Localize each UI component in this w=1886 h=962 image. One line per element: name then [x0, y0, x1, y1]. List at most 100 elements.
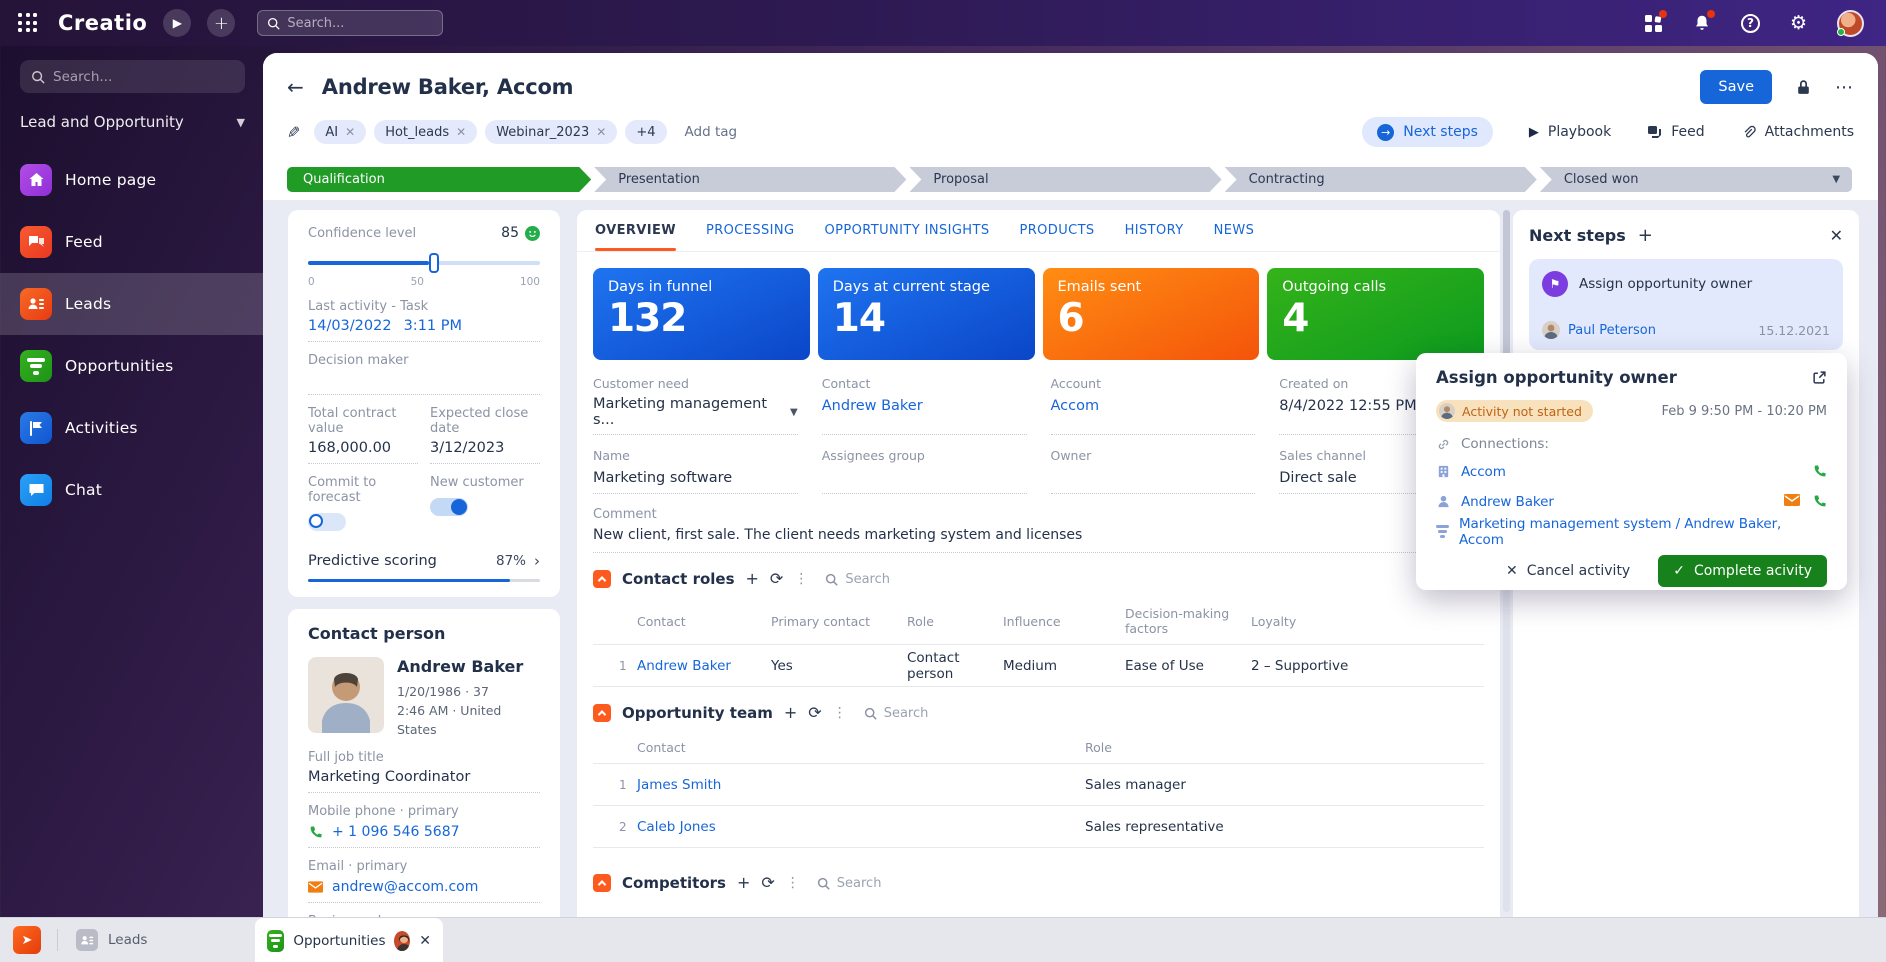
- stage-presentation[interactable]: Presentation: [594, 167, 906, 192]
- next-step-card[interactable]: ⚑ Assign opportunity owner Paul Peterson…: [1529, 259, 1843, 350]
- sidebar-item-feed[interactable]: Feed: [0, 211, 263, 273]
- kpi-days-in-funnel[interactable]: Days in funnel132: [593, 268, 810, 360]
- sidebar-item-chat[interactable]: Chat: [0, 459, 263, 521]
- tab-news[interactable]: NEWS: [1214, 210, 1255, 251]
- sidebar-item-activities[interactable]: Activities: [0, 397, 263, 459]
- field-comment[interactable]: Comment New client, first sale. The clie…: [593, 507, 1484, 553]
- last-activity-time-link[interactable]: 3:11 PM: [404, 318, 462, 334]
- global-search[interactable]: [257, 10, 443, 36]
- kpi-emails-sent[interactable]: Emails sent6: [1043, 268, 1260, 360]
- tab-overview[interactable]: OVERVIEW: [595, 210, 676, 251]
- collapse-icon[interactable]: [593, 570, 611, 588]
- connection-contact-link[interactable]: Andrew Baker: [1461, 494, 1554, 510]
- save-button[interactable]: Save: [1700, 70, 1772, 104]
- field-customer-need[interactable]: Customer need Marketing management s...▼: [593, 376, 798, 435]
- section-search[interactable]: Search: [825, 572, 890, 587]
- sidebar-item-leads[interactable]: Leads: [0, 273, 263, 335]
- lock-icon[interactable]: [1796, 79, 1811, 96]
- edit-tags-pencil-icon[interactable]: ✎: [287, 123, 300, 142]
- close-icon[interactable]: ✕: [419, 933, 431, 949]
- complete-activity-button[interactable]: ✓ Complete acivity: [1658, 555, 1827, 587]
- field-assignees-group[interactable]: Assignees group: [822, 448, 1027, 494]
- tab-history[interactable]: HISTORY: [1125, 210, 1184, 251]
- table-row[interactable]: 1 James Smith Sales manager: [593, 764, 1484, 806]
- table-row[interactable]: 1 Andrew Baker Yes Contact person Medium…: [593, 645, 1484, 687]
- field-contact[interactable]: Contact Andrew Baker: [822, 376, 1027, 435]
- step-owner-link[interactable]: Paul Peterson: [1568, 323, 1656, 338]
- contact-photo[interactable]: [308, 657, 384, 733]
- app-grid-icon[interactable]: [18, 13, 38, 33]
- run-process-button[interactable]: ▶: [163, 9, 191, 37]
- remove-tag-icon[interactable]: ✕: [456, 125, 466, 139]
- tab-processing[interactable]: PROCESSING: [706, 210, 795, 251]
- sidebar-item-home[interactable]: Home page: [0, 149, 263, 211]
- playbook-button[interactable]: ▶ Playbook: [1529, 124, 1611, 140]
- workspace-selector[interactable]: Lead and Opportunity ▼: [20, 113, 245, 131]
- chevron-down-icon[interactable]: ▼: [1832, 167, 1840, 192]
- mobile-phone-link[interactable]: + 1 096 546 5687: [332, 824, 460, 840]
- table-row[interactable]: 2 Caleb Jones Sales representative: [593, 806, 1484, 848]
- connection-opportunity-link[interactable]: Marketing management system / Andrew Bak…: [1459, 516, 1827, 548]
- kebab-menu-icon[interactable]: ⋮: [833, 706, 847, 720]
- kebab-menu-icon[interactable]: ⋮: [786, 876, 800, 890]
- phone-icon[interactable]: [1812, 464, 1827, 479]
- slider-thumb[interactable]: [429, 253, 439, 273]
- sidebar-item-opportunities[interactable]: Opportunities: [0, 335, 263, 397]
- phone-icon[interactable]: [1812, 494, 1827, 509]
- stage-qualification[interactable]: Qualification: [287, 167, 591, 192]
- stage-contracting[interactable]: Contracting: [1225, 167, 1537, 192]
- collapse-icon[interactable]: [593, 704, 611, 722]
- add-new-button[interactable]: +: [207, 9, 235, 37]
- add-step-icon[interactable]: +: [1638, 225, 1653, 246]
- refresh-icon[interactable]: ⟳: [808, 705, 821, 721]
- tag[interactable]: AI✕: [314, 120, 366, 144]
- marketplace-icon[interactable]: [1644, 14, 1663, 33]
- sidebar-search-input[interactable]: [53, 69, 213, 85]
- section-search[interactable]: Search: [864, 706, 929, 721]
- back-arrow-icon[interactable]: ←: [287, 75, 304, 99]
- chevron-right-icon[interactable]: ›: [534, 552, 540, 570]
- chevron-down-icon[interactable]: ▼: [790, 407, 798, 418]
- status-badge[interactable]: Activity not started: [1436, 400, 1593, 422]
- remove-tag-icon[interactable]: ✕: [345, 125, 355, 139]
- collapse-icon[interactable]: [593, 874, 611, 892]
- field-account[interactable]: Account Accom: [1051, 376, 1256, 435]
- add-icon[interactable]: +: [784, 705, 797, 721]
- add-icon[interactable]: +: [737, 875, 750, 891]
- add-icon[interactable]: +: [746, 571, 759, 587]
- more-actions-icon[interactable]: ⋯: [1835, 77, 1854, 98]
- settings-gear-icon[interactable]: ⚙: [1790, 14, 1807, 33]
- mail-icon[interactable]: [1784, 494, 1800, 506]
- email-link[interactable]: andrew@accom.com: [332, 879, 478, 895]
- tcv-value[interactable]: 168,000.00: [308, 440, 418, 456]
- feed-button[interactable]: Feed: [1647, 124, 1704, 140]
- tag[interactable]: Hot_leads✕: [374, 120, 477, 144]
- refresh-icon[interactable]: ⟳: [761, 875, 774, 891]
- kpi-outgoing-calls[interactable]: Outgoing calls4: [1267, 268, 1484, 360]
- creatio-taskbar-icon[interactable]: ➤: [13, 926, 41, 954]
- help-icon[interactable]: ?: [1741, 14, 1760, 33]
- close-date-value[interactable]: 3/12/2023: [430, 440, 540, 456]
- tab-products[interactable]: PRODUCTS: [1019, 210, 1094, 251]
- add-tag-button[interactable]: Add tag: [685, 124, 738, 140]
- kpi-days-at-stage[interactable]: Days at current stage14: [818, 268, 1035, 360]
- predictive-scoring[interactable]: Predictive scoring 87% ›: [308, 552, 540, 582]
- stage-closed-won[interactable]: Closed won ▼: [1540, 167, 1852, 192]
- kebab-menu-icon[interactable]: ⋮: [794, 572, 808, 586]
- field-name[interactable]: Name Marketing software: [593, 448, 798, 494]
- remove-tag-icon[interactable]: ✕: [596, 125, 606, 139]
- tab-opportunity-insights[interactable]: OPPORTUNITY INSIGHTS: [825, 210, 990, 251]
- taskbar-tab-opportunities[interactable]: Opportunities ✕: [255, 918, 443, 962]
- bell-icon[interactable]: [1693, 14, 1711, 32]
- close-icon[interactable]: ✕: [1830, 226, 1843, 245]
- more-tags-badge[interactable]: +4: [625, 120, 666, 144]
- last-activity-date-link[interactable]: 14/03/2022: [308, 318, 392, 334]
- sidebar-search[interactable]: [20, 60, 245, 93]
- cancel-activity-button[interactable]: ✕ Cancel activity: [1506, 563, 1630, 579]
- commit-forecast-toggle[interactable]: [308, 513, 346, 531]
- taskbar-item-leads[interactable]: Leads: [76, 929, 147, 951]
- tag[interactable]: Webinar_2023✕: [485, 120, 617, 144]
- refresh-icon[interactable]: ⟳: [770, 571, 783, 587]
- contact-name[interactable]: Andrew Baker: [397, 657, 540, 676]
- field-owner[interactable]: Owner: [1051, 448, 1256, 494]
